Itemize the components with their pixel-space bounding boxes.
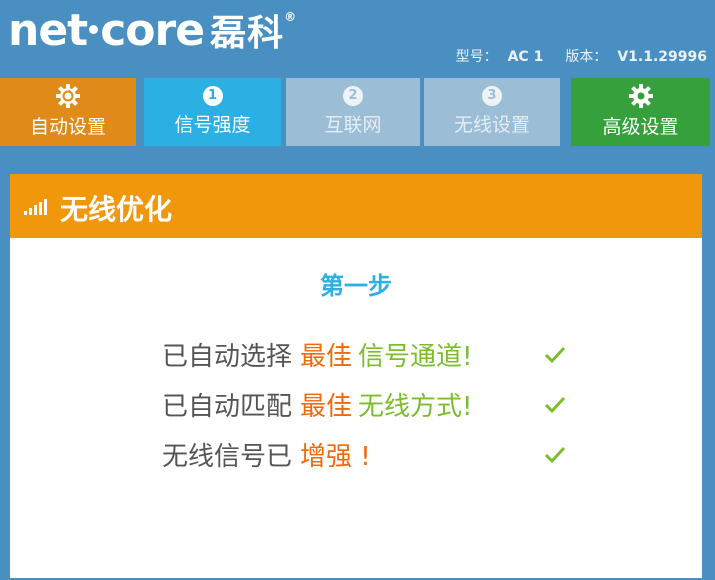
nav-divider	[0, 146, 715, 158]
checkmark-icon	[544, 396, 566, 414]
step-title: 第一步	[320, 272, 392, 300]
status-prefix: 已自动匹配	[162, 392, 293, 422]
nav-wireless-setup-label: 无线设置	[453, 114, 530, 136]
model-value: AC 1	[507, 49, 544, 65]
checkmark-icon	[544, 446, 566, 464]
gear-icon	[628, 84, 653, 108]
nav-signal-strength[interactable]: 1 信号强度	[144, 78, 281, 146]
step-2-badge: 2	[343, 86, 363, 106]
main-nav: 自动设置 1 信号强度 2 互联网 3 无线设置 高级设置	[0, 78, 715, 146]
nav-auto-setup[interactable]: 自动设置	[0, 78, 136, 146]
gear-refresh-icon	[56, 84, 80, 108]
checkmark-icon	[544, 346, 566, 364]
panel-header: 无线优化	[10, 174, 702, 238]
version-label: 版本：	[565, 49, 608, 65]
status-highlight: 最佳	[300, 392, 353, 422]
logo: net core 磊科®	[8, 0, 296, 65]
logo-chinese: 磊科	[210, 13, 285, 54]
status-prefix: 无线信号已	[162, 442, 293, 472]
nav-auto-setup-label: 自动设置	[29, 116, 106, 138]
nav-internet[interactable]: 2 互联网	[286, 78, 420, 146]
header: net core 磊科® 型号： AC 1 版本： V1.1.29996	[0, 0, 715, 78]
logo-text-left: net	[8, 5, 88, 56]
logo-dot	[89, 24, 99, 34]
step-1-badge: 1	[202, 86, 223, 106]
model-label: 型号：	[455, 49, 498, 65]
signal-bars-icon	[24, 199, 47, 215]
panel-title: 无线优化	[60, 193, 173, 226]
step-3-badge: 3	[482, 86, 502, 106]
nav-internet-label: 互联网	[324, 114, 382, 136]
logo-text-right: core	[100, 5, 205, 56]
status-row-mode: 已自动匹配 最佳 无线方式!	[162, 386, 472, 423]
nav-advanced-setup-label: 高级设置	[602, 116, 679, 138]
wireless-optimization-panel: 无线优化 第一步 已自动选择 最佳 信号通道! 已自动匹配 最佳 无线方式! 无线信号已…	[10, 174, 702, 578]
status-highlight: 最佳	[300, 342, 353, 372]
status-suffix: 信号通道!	[358, 342, 473, 372]
nav-advanced-setup[interactable]: 高级设置	[571, 78, 710, 146]
status-suffix: 无线方式!	[358, 392, 473, 422]
version-value: V1.1.29996	[617, 49, 707, 65]
status-row-channel: 已自动选择 最佳 信号通道!	[162, 336, 472, 373]
nav-signal-strength-label: 信号强度	[174, 114, 251, 136]
model-version-info: 型号： AC 1 版本： V1.1.29996	[456, 46, 707, 66]
registered-mark: ®	[284, 10, 296, 24]
status-prefix: 已自动选择	[162, 342, 293, 372]
status-row-boost: 无线信号已 增强 !	[162, 436, 377, 473]
status-highlight: 增强 !	[300, 442, 371, 472]
nav-wireless-setup[interactable]: 3 无线设置	[424, 78, 560, 146]
